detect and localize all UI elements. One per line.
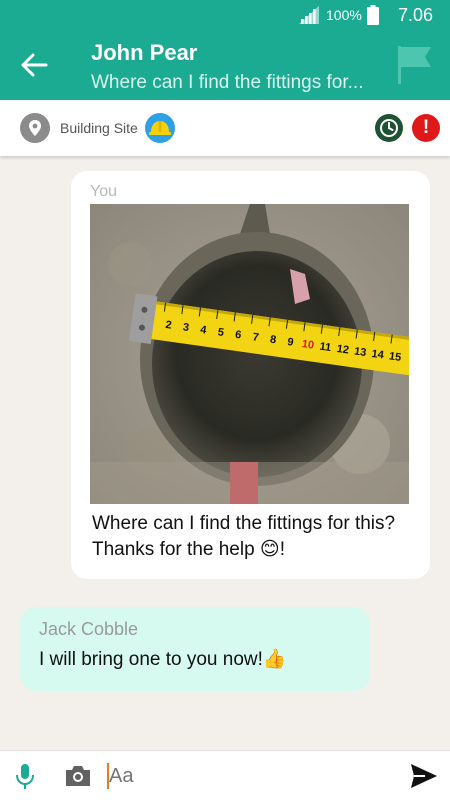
tape-number: 12 <box>336 343 350 357</box>
tape-number: 11 <box>319 341 332 355</box>
tape-number: 13 <box>353 345 367 359</box>
site-label[interactable]: Building Site <box>60 120 138 136</box>
attached-photo[interactable]: 2 3 4 5 6 7 8 9 10 11 12 13 14 15 <box>90 204 409 504</box>
tape-number: 15 <box>388 350 402 364</box>
status-time: 7.06 <box>398 5 434 25</box>
hard-hat-icon <box>145 113 175 143</box>
conversation-subject: Where can I find the fittings for... <box>91 72 364 93</box>
arrow-left-icon[interactable] <box>20 52 48 78</box>
clock-icon[interactable] <box>375 114 403 142</box>
message-bubble-incoming: Jack Cobble I will bring one to you now!… <box>20 607 370 691</box>
site-info-bar: Building Site ! <box>0 100 450 156</box>
map-pin-icon[interactable] <box>20 113 50 143</box>
battery-icon <box>367 5 379 25</box>
message-composer <box>0 750 450 800</box>
camera-icon[interactable] <box>64 764 92 788</box>
send-icon[interactable] <box>410 763 438 789</box>
message-text: Where can I find the fittings for this? … <box>92 513 396 560</box>
chat-header: John Pear Where can I find the fittings … <box>0 30 450 100</box>
contact-name[interactable]: John Pear <box>91 40 197 66</box>
message-sender: You <box>90 183 117 200</box>
tape-number: 10 <box>301 338 315 352</box>
status-bar: 100% 7.06 <box>0 0 450 30</box>
battery-percent: 100% <box>326 7 362 23</box>
signal-icon <box>299 6 319 24</box>
message-bubble-outgoing: You 2 3 4 5 6 7 8 9 10 11 12 13 14 15 Wh… <box>71 171 430 579</box>
message-input[interactable] <box>106 761 396 791</box>
alert-icon[interactable]: ! <box>412 114 440 142</box>
message-text: I will bring one to you now!👍 <box>39 649 287 670</box>
microphone-icon[interactable] <box>13 763 37 791</box>
message-sender: Jack Cobble <box>39 619 139 639</box>
flag-icon[interactable] <box>395 44 433 84</box>
